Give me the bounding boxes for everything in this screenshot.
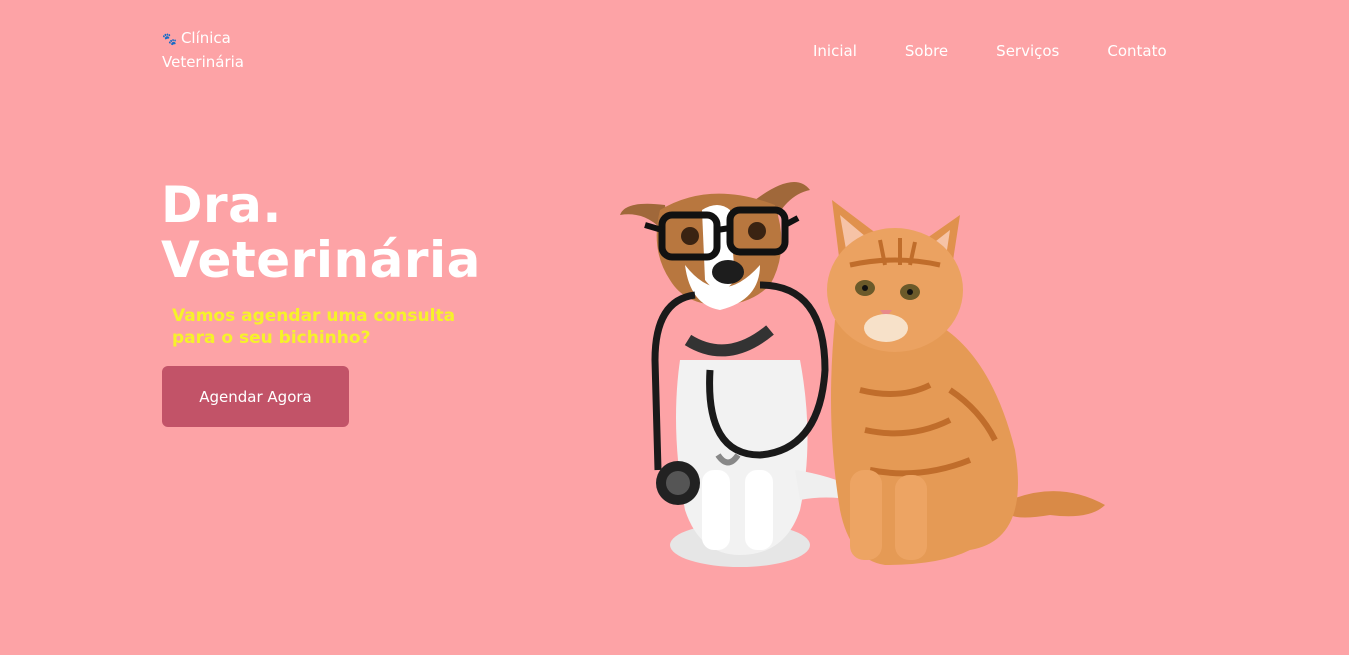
hero-title: Dra. Veterinária [161, 178, 541, 288]
nav-link-sobre[interactable]: Sobre [905, 41, 948, 61]
cat-illustration [827, 200, 1105, 565]
main-nav: Inicial Sobre Serviços Contato [813, 41, 1167, 61]
hero-title-line-1: Dra. [161, 176, 282, 234]
brand-line-1: Clínica [180, 29, 231, 47]
nav-link-inicial[interactable]: Inicial [813, 41, 857, 61]
schedule-now-button[interactable]: Agendar Agora [162, 366, 349, 427]
nav-link-contato[interactable]: Contato [1107, 41, 1166, 61]
hero-subtitle-line-1: Vamos agendar uma consulta [172, 306, 456, 326]
paw-icon: 🐾 [162, 32, 177, 46]
dog-illustration [620, 182, 860, 567]
brand-logo[interactable]: 🐾 Clínica Veterinária [162, 27, 272, 74]
hero-subtitle: Vamos agendar uma consulta para o seu bi… [172, 305, 492, 349]
landing-page: 🐾 Clínica Veterinária Inicial Sobre Servi… [0, 0, 1349, 655]
dog-and-cat-image [620, 182, 1105, 567]
hero-subtitle-line-2: para o seu bichinho? [172, 328, 371, 348]
brand-line-2: Veterinária [162, 53, 244, 71]
nav-link-servicos[interactable]: Serviços [996, 41, 1059, 61]
hero-title-line-2: Veterinária [161, 231, 481, 289]
